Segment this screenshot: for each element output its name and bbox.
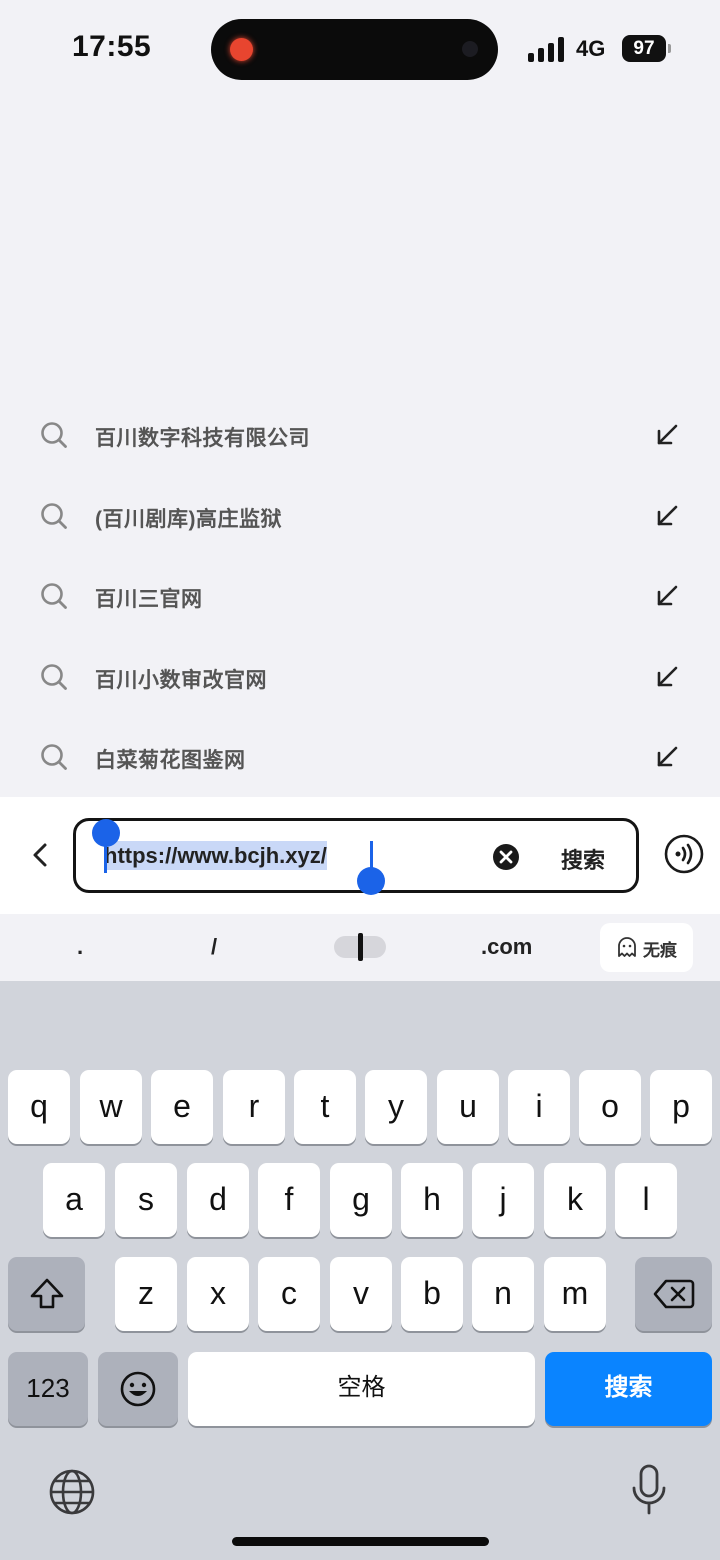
quick-key-slash[interactable]: / [211,934,217,960]
key-k[interactable]: k [544,1163,606,1237]
fill-query-arrow-icon[interactable] [655,665,679,689]
search-button[interactable]: 搜索 [561,843,605,875]
backspace-key[interactable] [635,1257,712,1331]
key-o[interactable]: o [579,1070,641,1144]
shift-key[interactable] [8,1257,85,1331]
incognito-button[interactable]: 无痕 [600,923,693,972]
back-chevron-icon[interactable] [22,837,58,873]
key-u[interactable]: u [437,1070,499,1144]
suggestion-item[interactable]: 百川小数审改官网 [0,637,720,718]
selection-handle-end[interactable] [357,867,385,895]
key-w[interactable]: w [80,1070,142,1144]
key-b[interactable]: b [401,1257,463,1331]
url-text-selected: https://www.bcjh.xyz/ [104,841,327,870]
quick-key-dot[interactable]: . [77,934,83,960]
emoji-icon [120,1371,156,1407]
voice-search-icon[interactable] [664,834,704,874]
backspace-icon [653,1279,694,1309]
status-time: 17:55 [72,30,152,63]
camera-icon [462,41,478,57]
suggestion-list: 百川数字科技有限公司 (百川剧库)高庄监狱 百川三官网 百川小数审改官网 白菜菊… [0,395,720,798]
key-y[interactable]: y [365,1070,427,1144]
key-t[interactable]: t [294,1070,356,1144]
url-input[interactable]: https://www.bcjh.xyz/ 搜索 [73,818,639,895]
key-s[interactable]: s [115,1163,177,1237]
battery-icon: 97 [622,35,671,62]
key-z[interactable]: z [115,1257,177,1331]
battery-level: 97 [622,35,666,62]
fill-query-arrow-icon[interactable] [655,423,679,447]
search-icon [41,502,67,529]
key-i[interactable]: i [508,1070,570,1144]
incognito-label: 无痕 [643,941,677,960]
key-c[interactable]: c [258,1257,320,1331]
key-q[interactable]: q [8,1070,70,1144]
fill-query-arrow-icon[interactable] [655,504,679,528]
key-d[interactable]: d [187,1163,249,1237]
keyboard: q w e r t y u i o p a s d f g h j k l z … [0,981,720,1560]
key-a[interactable]: a [43,1163,105,1237]
shift-icon [30,1278,63,1309]
numbers-key[interactable]: 123 [8,1352,88,1426]
home-indicator[interactable] [232,1537,489,1546]
fill-query-arrow-icon[interactable] [655,584,679,608]
signal-strength-icon [528,36,566,62]
suggestion-item[interactable]: 百川数字科技有限公司 [0,395,720,476]
network-type: 4G [576,36,606,61]
key-n[interactable]: n [472,1257,534,1331]
selection-handle-start[interactable] [92,819,120,847]
cursor-slider-icon[interactable] [334,933,386,961]
key-f[interactable]: f [258,1163,320,1237]
ghost-icon [618,937,636,957]
key-e[interactable]: e [151,1070,213,1144]
suggestion-item[interactable]: (百川剧库)高庄监狱 [0,476,720,557]
search-icon [41,744,67,770]
key-r[interactable]: r [223,1070,285,1144]
search-icon [41,583,67,609]
search-key[interactable]: 搜索 [545,1352,712,1426]
key-p[interactable]: p [650,1070,712,1144]
quick-key-com[interactable]: .com [481,934,532,960]
suggestion-text: 白菜菊花图鉴网 [95,749,246,772]
key-m[interactable]: m [544,1257,606,1331]
key-l[interactable]: l [615,1163,677,1237]
clear-icon[interactable] [492,843,520,871]
key-j[interactable]: j [472,1163,534,1237]
dynamic-island [211,19,498,80]
fill-query-arrow-icon[interactable] [655,745,679,769]
search-icon [41,663,67,690]
space-key[interactable]: 空格 [188,1352,535,1426]
suggestion-text: 百川小数审改官网 [95,668,267,692]
key-x[interactable]: x [187,1257,249,1331]
quick-input-bar: . / .com 无痕 [0,914,720,981]
key-h[interactable]: h [401,1163,463,1237]
recording-indicator-icon [230,38,253,61]
key-g[interactable]: g [330,1163,392,1237]
status-bar: 17:55 4G 97 [0,0,720,100]
microphone-icon[interactable] [631,1464,667,1516]
emoji-key[interactable] [98,1352,178,1426]
search-icon [41,422,67,448]
suggestion-text: 百川三官网 [95,588,203,611]
suggestion-item[interactable]: 白菜菊花图鉴网 [0,717,720,798]
globe-icon[interactable] [48,1468,96,1516]
suggestion-text: (百川剧库)高庄监狱 [95,507,282,531]
search-bar: https://www.bcjh.xyz/ 搜索 [0,797,720,914]
key-v[interactable]: v [330,1257,392,1331]
suggestion-text: 百川数字科技有限公司 [95,427,310,450]
suggestion-item[interactable]: 百川三官网 [0,556,720,637]
